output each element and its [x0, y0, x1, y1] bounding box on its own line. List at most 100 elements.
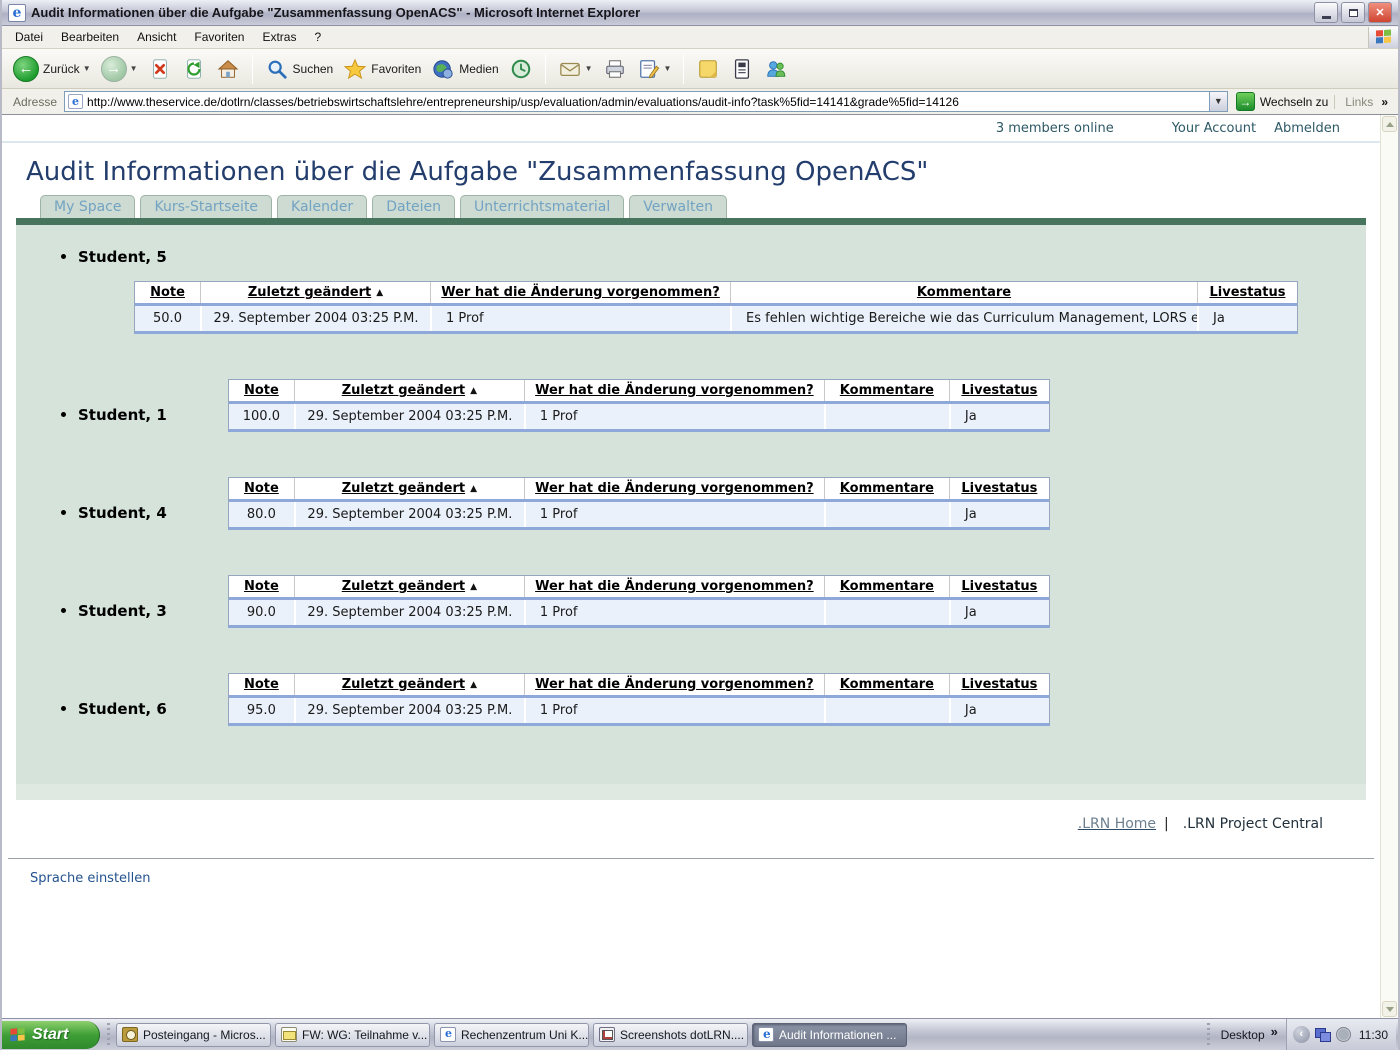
- column-modified[interactable]: Zuletzt geändert: [342, 481, 465, 496]
- links-chevron-icon[interactable]: »: [1381, 95, 1388, 109]
- cell-comment: [824, 404, 949, 429]
- minimize-button[interactable]: [1314, 2, 1338, 23]
- restore-button[interactable]: [1341, 2, 1365, 23]
- column-who[interactable]: Wer hat die Änderung vorgenommen?: [535, 383, 814, 398]
- column-note[interactable]: Note: [244, 579, 279, 594]
- logout-link[interactable]: Abmelden: [1274, 121, 1340, 136]
- sort-asc-icon: ▲: [376, 288, 383, 298]
- hide-icons-icon[interactable]: ‹: [1293, 1026, 1310, 1043]
- column-note[interactable]: Note: [244, 383, 279, 398]
- search-button[interactable]: Suchen: [260, 54, 339, 84]
- tab-strip: My Space Kurs-Startseite Kalender Dateie…: [16, 195, 1366, 218]
- sidebar-doc-button[interactable]: [725, 54, 759, 84]
- menu-datei[interactable]: Datei: [6, 27, 52, 47]
- lrn-project-central-link[interactable]: .LRN Project Central: [1183, 816, 1323, 832]
- column-note[interactable]: Note: [244, 677, 279, 692]
- refresh-button[interactable]: [177, 54, 211, 84]
- address-dropdown-icon[interactable]: ▼: [1209, 92, 1227, 111]
- vertical-scrollbar[interactable]: [1380, 115, 1398, 1018]
- back-button[interactable]: ← Zurück ▼: [8, 53, 96, 85]
- desktop-chevron-icon[interactable]: »: [1271, 1024, 1278, 1039]
- column-who[interactable]: Wer hat die Änderung vorgenommen?: [535, 677, 814, 692]
- column-comment[interactable]: Kommentare: [917, 285, 1011, 300]
- column-livestatus[interactable]: Livestatus: [961, 579, 1037, 594]
- menu-extras[interactable]: Extras: [253, 27, 305, 47]
- home-button[interactable]: [211, 54, 245, 84]
- stop-button[interactable]: [143, 54, 177, 84]
- column-livestatus[interactable]: Livestatus: [961, 481, 1037, 496]
- toolbar-separator: [545, 54, 546, 84]
- tray-globe-icon[interactable]: [1336, 1027, 1351, 1042]
- task-screenshots[interactable]: Screenshots dotLRN....: [593, 1023, 748, 1047]
- column-who[interactable]: Wer hat die Änderung vorgenommen?: [441, 285, 720, 300]
- tab-verwalten[interactable]: Verwalten: [629, 195, 727, 218]
- column-comment[interactable]: Kommentare: [840, 383, 934, 398]
- cell-comment: Es fehlen wichtige Bereiche wie das Curr…: [730, 306, 1197, 331]
- forward-dropdown-icon[interactable]: ▼: [130, 64, 138, 73]
- windows-flag-icon: [10, 1027, 25, 1041]
- edit-button[interactable]: ▼: [632, 54, 677, 84]
- back-dropdown-icon[interactable]: ▼: [83, 64, 91, 73]
- taskbar-handle[interactable]: [1204, 1023, 1214, 1047]
- tab-dateien[interactable]: Dateien: [372, 195, 455, 218]
- column-modified[interactable]: Zuletzt geändert: [248, 285, 371, 300]
- cell-note: 100.0: [229, 404, 294, 429]
- column-note[interactable]: Note: [150, 285, 185, 300]
- task-audit-active[interactable]: Audit Informationen ...: [752, 1023, 907, 1047]
- mail-dropdown-icon[interactable]: ▼: [585, 64, 593, 73]
- column-who[interactable]: Wer hat die Änderung vorgenommen?: [535, 579, 814, 594]
- go-button[interactable]: → Wechseln zu: [1236, 92, 1328, 111]
- menu-ansicht[interactable]: Ansicht: [128, 27, 185, 47]
- column-modified[interactable]: Zuletzt geändert: [342, 579, 465, 594]
- tab-kurs-startseite[interactable]: Kurs-Startseite: [140, 195, 272, 218]
- column-modified[interactable]: Zuletzt geändert: [342, 677, 465, 692]
- start-button[interactable]: Start: [2, 1021, 100, 1049]
- column-comment[interactable]: Kommentare: [840, 677, 934, 692]
- cell-modified: 29. September 2004 03:25 P.M.: [294, 502, 524, 527]
- desktop-toolbar[interactable]: Desktop »: [1221, 1024, 1284, 1045]
- tab-my-space[interactable]: My Space: [40, 195, 135, 218]
- lrn-home-link[interactable]: .LRN Home: [1078, 816, 1156, 832]
- history-button[interactable]: [504, 54, 538, 84]
- members-online-link[interactable]: 3 members online: [996, 121, 1114, 136]
- taskbar-handle[interactable]: [103, 1023, 113, 1047]
- print-button[interactable]: [598, 54, 632, 84]
- links-toolbar[interactable]: Links »: [1334, 95, 1394, 109]
- favorites-button[interactable]: Favoriten: [338, 54, 426, 84]
- scroll-up-icon[interactable]: [1382, 116, 1397, 132]
- task-mail-message[interactable]: FW: WG: Teilnahme v...: [275, 1023, 430, 1047]
- column-comment[interactable]: Kommentare: [840, 481, 934, 496]
- column-comment[interactable]: Kommentare: [840, 579, 934, 594]
- task-posteingang[interactable]: Posteingang - Micros...: [116, 1023, 271, 1047]
- tab-kalender[interactable]: Kalender: [277, 195, 367, 218]
- tab-unterrichtsmaterial[interactable]: Unterrichtsmaterial: [460, 195, 624, 218]
- student-name: Student, 6: [78, 700, 167, 718]
- mail-button[interactable]: ▼: [553, 54, 598, 84]
- language-settings-link[interactable]: Sprache einstellen: [30, 871, 151, 886]
- discuss-button[interactable]: [691, 54, 725, 84]
- table-row: 95.0 29. September 2004 03:25 P.M. 1 Pro…: [229, 698, 1049, 723]
- media-button[interactable]: Medien: [426, 54, 503, 84]
- table-header-row: Note Zuletzt geändert▲ Wer hat die Änder…: [229, 478, 1049, 502]
- task-rechenzentrum[interactable]: Rechenzentrum Uni K...: [434, 1023, 589, 1047]
- your-account-link[interactable]: Your Account: [1172, 121, 1256, 136]
- menu-help[interactable]: ?: [305, 27, 330, 47]
- menu-favoriten[interactable]: Favoriten: [185, 27, 253, 47]
- column-modified[interactable]: Zuletzt geändert: [342, 383, 465, 398]
- close-button[interactable]: ✕: [1368, 2, 1392, 23]
- column-livestatus[interactable]: Livestatus: [961, 383, 1037, 398]
- messenger-button[interactable]: [759, 54, 793, 84]
- cell-livestatus: Ja: [949, 404, 1049, 429]
- menu-bearbeiten[interactable]: Bearbeiten: [52, 27, 128, 47]
- scroll-down-icon[interactable]: [1382, 1001, 1397, 1017]
- column-who[interactable]: Wer hat die Änderung vorgenommen?: [535, 481, 814, 496]
- page-favicon-icon: e: [68, 94, 83, 109]
- cell-who: 1 Prof: [524, 698, 824, 723]
- address-input[interactable]: [87, 95, 1209, 109]
- column-note[interactable]: Note: [244, 481, 279, 496]
- forward-button[interactable]: → ▼: [96, 53, 143, 85]
- edit-dropdown-icon[interactable]: ▼: [664, 64, 672, 73]
- column-livestatus[interactable]: Livestatus: [1210, 285, 1286, 300]
- network-icon[interactable]: [1315, 1028, 1331, 1042]
- column-livestatus[interactable]: Livestatus: [961, 677, 1037, 692]
